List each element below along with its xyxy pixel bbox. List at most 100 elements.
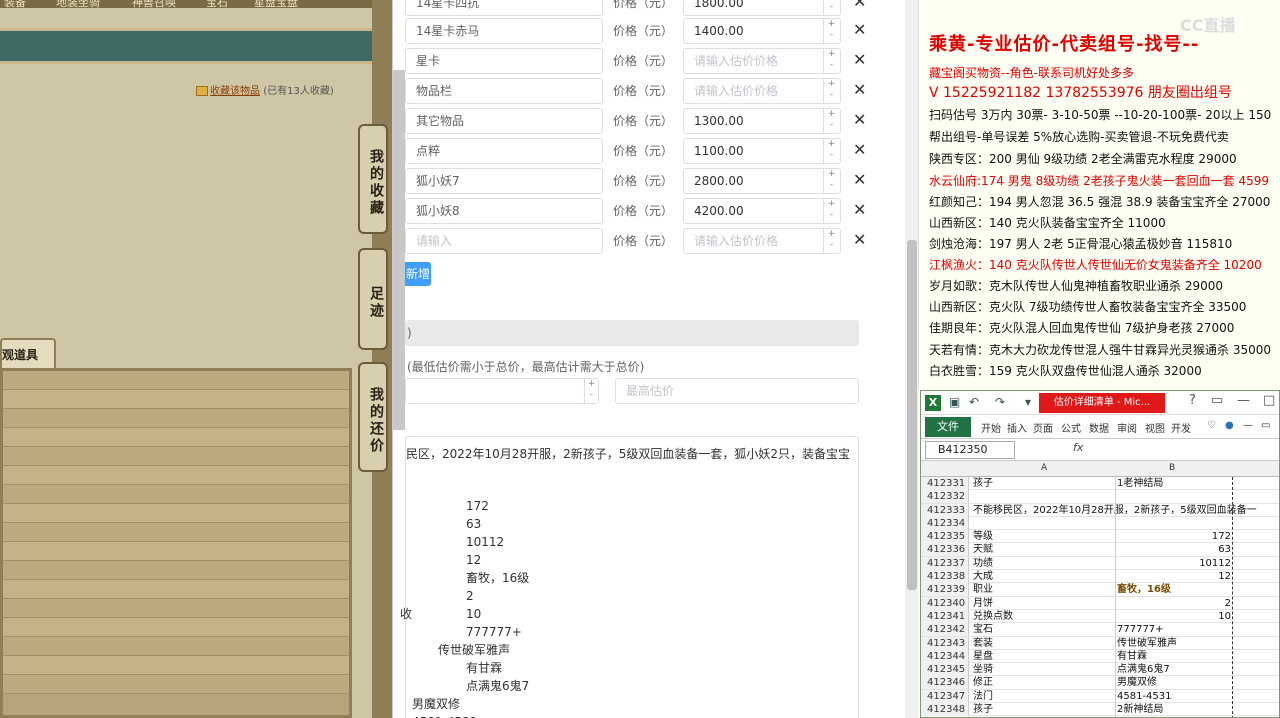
min-stepper[interactable]: + - [584, 379, 598, 403]
price-stepper[interactable]: +- [823, 139, 839, 163]
item-name-input[interactable]: 点粹 [405, 138, 603, 164]
name-box[interactable]: B412350 [925, 441, 1015, 459]
price-input[interactable]: 1400.00 [683, 18, 841, 44]
item-list-tab[interactable]: 观道具 [0, 338, 56, 368]
item-name-input[interactable]: 物品栏 [405, 78, 603, 104]
max-estimate-input[interactable]: 最高估价 [615, 378, 859, 404]
menu-item[interactable]: 宝石 [206, 0, 228, 10]
expand-ribbon-icon[interactable]: ♡ [1207, 420, 1216, 431]
cell-a[interactable]: 法门 [973, 690, 993, 703]
undo-icon[interactable]: ↶ [969, 395, 979, 409]
cell-a[interactable]: 兑换点数 [973, 610, 1013, 623]
cell-a[interactable]: 套装 [973, 637, 993, 650]
save-icon[interactable]: ▣ [949, 395, 960, 409]
ribbon-tab[interactable]: 开发 [1171, 420, 1191, 435]
my-bargain-tab[interactable]: 我的还价 [358, 362, 388, 472]
price-input[interactable]: 请输入估价价格 [683, 48, 841, 74]
list-item[interactable] [3, 428, 349, 447]
sheet-row[interactable]: 412335 等级 172 [921, 530, 1279, 544]
row-number[interactable]: 412344 [921, 649, 969, 663]
column-header-a[interactable]: A [1041, 463, 1047, 473]
sheet-row[interactable]: 412332 [921, 490, 1279, 504]
sheet-row[interactable]: 412334 [921, 516, 1279, 531]
ribbon-tab[interactable]: 审阅 [1117, 420, 1137, 435]
price-input[interactable]: 请输入估价价格 [683, 78, 841, 104]
row-number[interactable]: 412337 [921, 556, 969, 570]
list-item[interactable] [3, 561, 349, 580]
ribbon-restore-icon[interactable]: ▭ [1261, 420, 1270, 431]
sheet-row[interactable]: 412344 星盘 有甘霖 [921, 649, 1279, 664]
ribbon-tab[interactable]: 页面 [1033, 420, 1053, 435]
list-item[interactable] [3, 523, 349, 542]
cell-b[interactable]: 男魔双修 [1117, 676, 1157, 689]
cell-a[interactable]: 宝石 [973, 623, 993, 636]
cell-b[interactable]: 传世破军雅声 [1117, 637, 1177, 650]
cell-a[interactable]: 孩子 [973, 477, 993, 490]
favorite-link[interactable]: 收藏该物品 [210, 86, 260, 97]
row-number[interactable]: 412347 [921, 689, 969, 703]
list-item[interactable] [3, 447, 349, 466]
delete-row-icon[interactable]: ✕ [853, 138, 866, 162]
cell-a[interactable]: 修正 [973, 676, 993, 689]
add-row-button[interactable]: 新增 [405, 262, 431, 286]
cell-a[interactable]: 天赋 [973, 543, 993, 556]
cell-b[interactable]: 点满鬼6鬼7 [1117, 663, 1170, 676]
sheet-row[interactable]: 412342 宝石 777777+ [921, 623, 1279, 637]
list-item[interactable] [3, 504, 349, 523]
item-name-input[interactable]: 14星卡四抗 [405, 0, 603, 16]
cell-b[interactable]: 10112 [1117, 557, 1231, 570]
sheet-row[interactable]: 412338 大成 12 [921, 570, 1279, 584]
row-number[interactable]: 412346 [921, 676, 969, 690]
sheet-row[interactable]: 412339 职业 畜牧，16级 [921, 583, 1279, 597]
list-item[interactable] [3, 466, 349, 485]
delete-row-icon[interactable]: ✕ [853, 18, 866, 42]
sheet-row[interactable]: 412343 套装 传世破军雅声 [921, 636, 1279, 650]
description-textarea[interactable]: 民区，2022年10月28开服，2新孩子，5级双回血装备一套，狐小妖2只，装备宝… [400, 436, 859, 718]
price-stepper[interactable]: +- [823, 0, 839, 15]
cell-b[interactable]: 2新神结局 [1117, 703, 1163, 716]
menu-item[interactable]: 地装坐骑 [56, 0, 100, 10]
price-input[interactable]: 4200.00 [683, 198, 841, 224]
list-item[interactable] [3, 618, 349, 637]
ribbon-tab[interactable]: 开始 [981, 420, 1001, 435]
menu-item[interactable]: 星盘宝盘 [254, 0, 298, 10]
fx-icon[interactable]: fx [1073, 441, 1083, 454]
row-number[interactable]: 412336 [921, 543, 969, 557]
cell-b[interactable]: 172 [1117, 530, 1231, 543]
item-name-input[interactable]: 狐小妖7 [405, 168, 603, 194]
help-circle-icon[interactable]: ● [1225, 420, 1234, 431]
list-item[interactable] [3, 390, 349, 409]
list-item[interactable] [3, 637, 349, 656]
cell-b[interactable]: 63 [1117, 543, 1231, 556]
redo-icon[interactable]: ↷ [995, 395, 1005, 409]
list-item[interactable] [3, 580, 349, 599]
file-tab[interactable]: 文件 [925, 417, 971, 437]
row-number[interactable]: 412343 [921, 636, 969, 650]
row-number[interactable]: 412331 [921, 477, 969, 490]
delete-row-icon[interactable]: ✕ [853, 108, 866, 132]
price-stepper[interactable]: +- [823, 199, 839, 223]
row-number[interactable]: 412334 [921, 516, 969, 530]
sheet-row[interactable]: 412347 法门 4581-4531 [921, 689, 1279, 704]
sheet-row[interactable]: 412345 坐骑 点满鬼6鬼7 [921, 663, 1279, 677]
cell-b[interactable]: 有甘霖 [1117, 650, 1147, 663]
delete-row-icon[interactable]: ✕ [853, 48, 866, 72]
list-item[interactable] [3, 675, 349, 694]
sheet-row[interactable]: 412336 天赋 63 [921, 543, 1279, 557]
item-name-input[interactable]: 14星卡赤马 [405, 18, 603, 44]
sheet-row[interactable]: 412337 功绩 10112 [921, 556, 1279, 571]
cell-a[interactable]: 大成 [973, 570, 993, 583]
column-header-b[interactable]: B [1169, 463, 1175, 473]
restore-icon[interactable]: ▭ [1211, 393, 1223, 408]
cell-b[interactable]: 777777+ [1117, 623, 1164, 636]
list-item[interactable] [3, 371, 349, 390]
delete-row-icon[interactable]: ✕ [853, 168, 866, 192]
cell-b[interactable]: 1老神结局 [1117, 477, 1163, 490]
cell-b[interactable]: 畜牧，16级 [1117, 583, 1171, 596]
row-number[interactable]: 412340 [921, 596, 969, 610]
row-number[interactable]: 412341 [921, 609, 969, 623]
left-scrollbar[interactable] [393, 70, 405, 430]
help-icon[interactable]: ? [1189, 393, 1196, 408]
list-item[interactable] [3, 485, 349, 504]
item-name-input[interactable]: 狐小妖8 [405, 198, 603, 224]
